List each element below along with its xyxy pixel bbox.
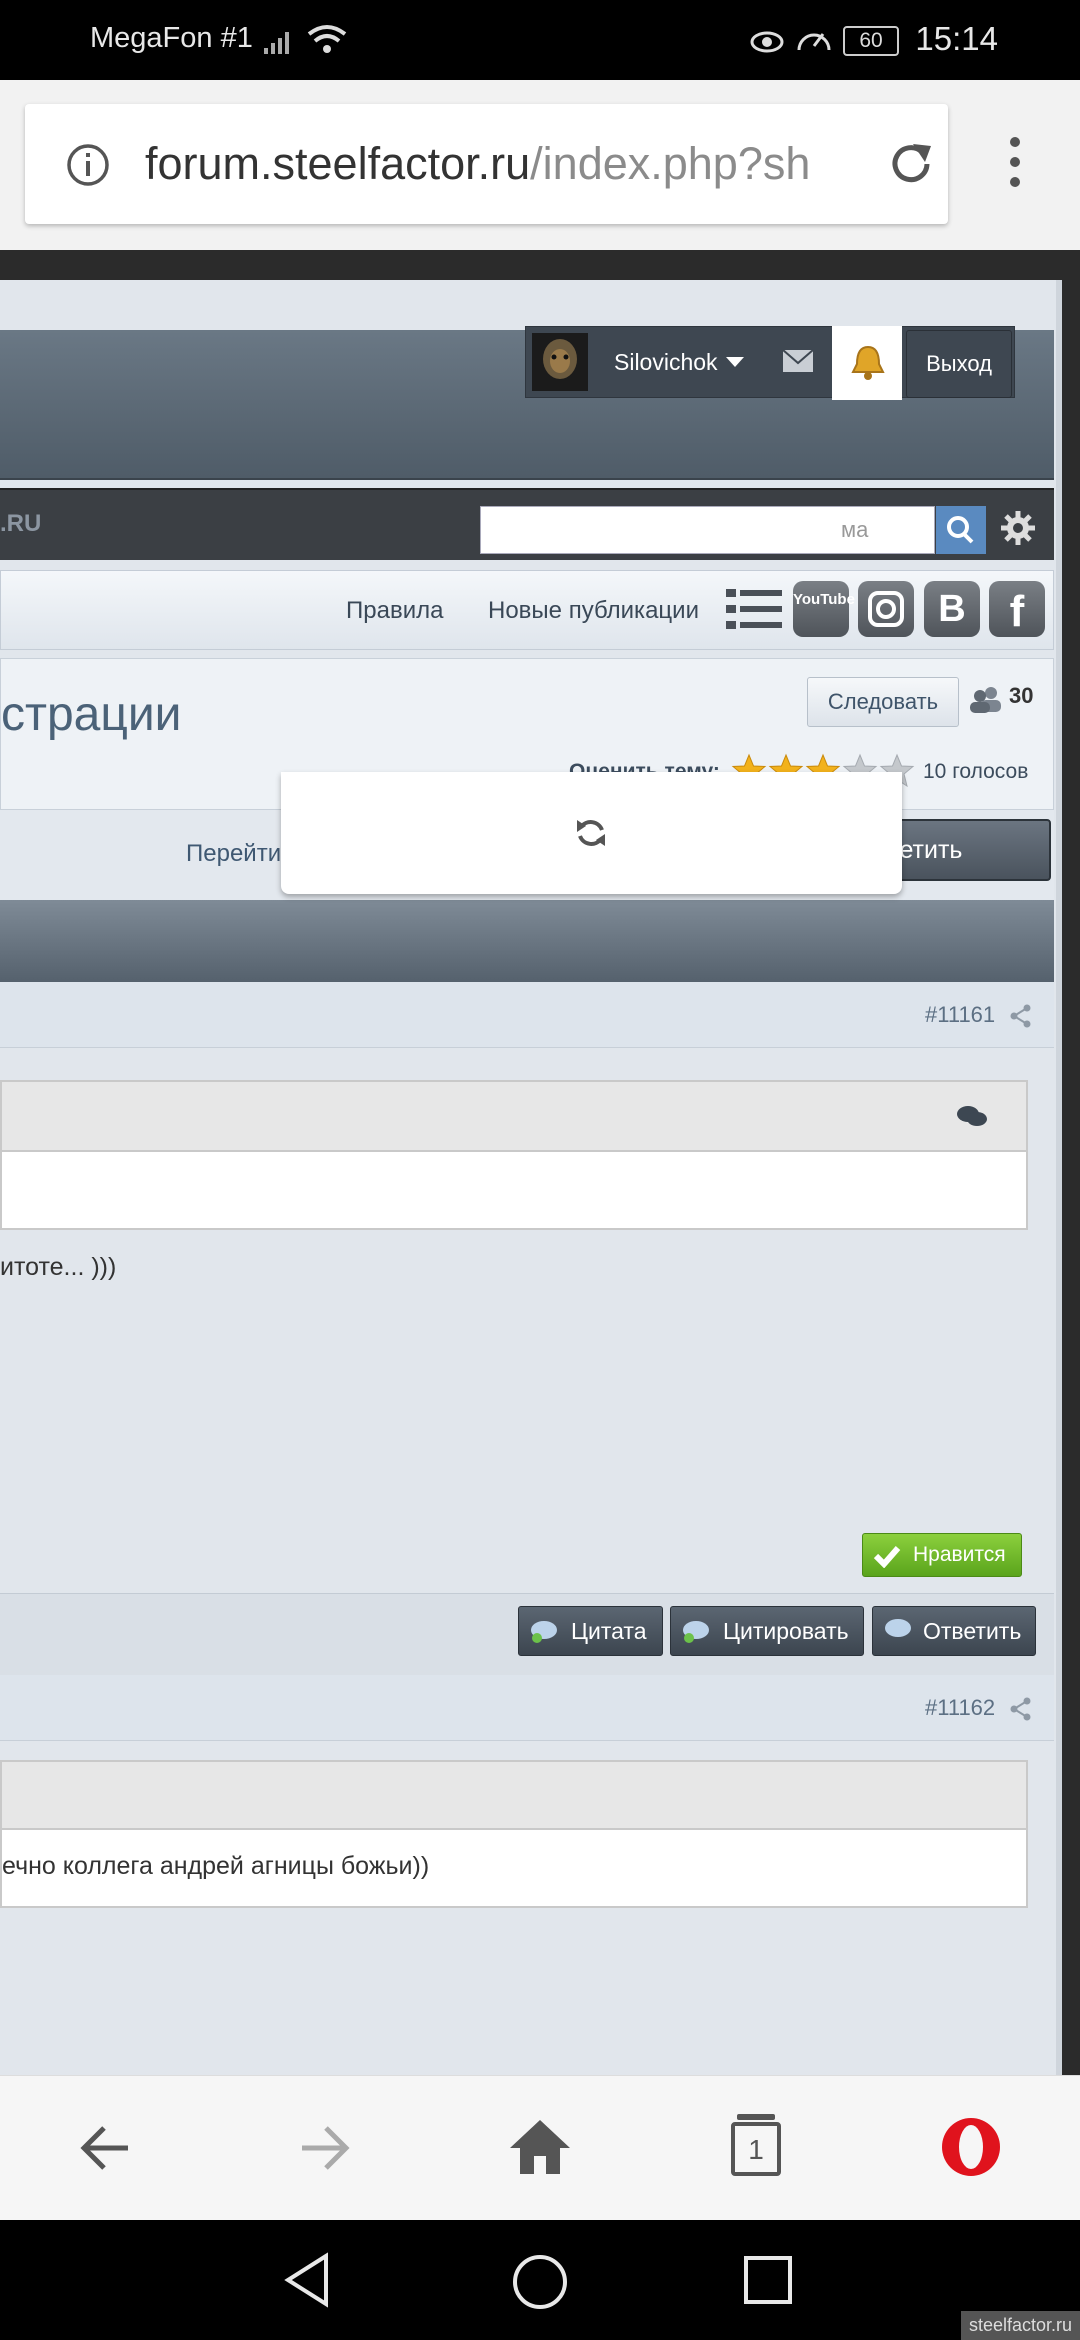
post-reply-button[interactable]: Ответить: [872, 1606, 1036, 1656]
url-domain: forum.steelfactor.ru: [145, 138, 531, 189]
back-icon[interactable]: [78, 2120, 134, 2176]
alerts-tab[interactable]: [832, 326, 902, 400]
loading-spinner-icon: [577, 820, 605, 846]
system-home-icon[interactable]: [510, 2252, 570, 2312]
mail-icon[interactable]: [781, 347, 815, 375]
quote-button[interactable]: Цитата: [518, 1606, 663, 1656]
vk-label: B: [938, 588, 966, 630]
cite-icon: [683, 1621, 709, 1643]
search-icon: [947, 516, 974, 544]
youtube-label: YouTube: [793, 591, 855, 608]
quote-icon: [531, 1621, 557, 1643]
home-icon[interactable]: [508, 2116, 572, 2176]
quote-body: [0, 1152, 1028, 1230]
post-text: итоте... ))): [0, 1253, 117, 1281]
post-number-2[interactable]: #11162: [925, 1695, 995, 1721]
share-icon[interactable]: [1010, 1697, 1032, 1721]
quote-header: [0, 1080, 1028, 1152]
post-actions: Цитата Цитировать Ответить: [0, 1593, 1054, 1675]
post-meta: #11161: [0, 982, 1054, 1048]
votes-count: 10 голосов: [923, 760, 1029, 783]
avatar-image: [532, 333, 588, 391]
alerts-dropdown: [281, 772, 902, 894]
wifi-icon: [307, 25, 347, 53]
quote-text-2: ечно коллега андрей агницы божьи)): [2, 1852, 430, 1880]
reload-icon[interactable]: [883, 136, 939, 192]
username-link[interactable]: Silovichok: [614, 349, 718, 376]
followers-icon: [970, 687, 1001, 713]
status-bar: MegaFon #1 60 15:14: [0, 0, 1080, 80]
speed-icon: [797, 33, 831, 51]
cite-label: Цитировать: [723, 1618, 849, 1644]
forward-icon[interactable]: [296, 2120, 352, 2176]
youtube-icon[interactable]: YouTube: [793, 581, 855, 637]
system-back-icon[interactable]: [282, 2252, 332, 2308]
url-text[interactable]: forum.steelfactor.ru/index.php?sh: [145, 138, 850, 190]
comments-icon: [957, 1106, 987, 1126]
tab-count: 1: [731, 2122, 781, 2176]
cite-button[interactable]: Цитировать: [670, 1606, 864, 1656]
followers-count: 30: [1009, 683, 1034, 708]
site-name: .RU: [0, 510, 42, 537]
system-nav-bar: steelfactor.ru: [0, 2220, 1080, 2340]
eye-icon: [750, 31, 784, 53]
nav-links-bar: Правила Новые публикации YouTube B f: [0, 570, 1054, 650]
info-icon[interactable]: [65, 142, 111, 188]
share-icon[interactable]: [1010, 1004, 1032, 1028]
battery-icon: 60: [843, 26, 899, 56]
forum-frame: .RU ма Silovichok Выход Правила Новые пу…: [0, 280, 1062, 2075]
new-posts-link[interactable]: Новые публикации: [488, 597, 699, 625]
like-button[interactable]: Нравится: [862, 1533, 1022, 1577]
gear-icon[interactable]: [998, 508, 1038, 548]
system-recents-icon[interactable]: [742, 2254, 794, 2306]
signal-icon: [264, 32, 289, 54]
search-input[interactable]: ма: [480, 506, 935, 554]
browser-toolbar: forum.steelfactor.ru/index.php?sh: [0, 80, 1080, 250]
list-icon[interactable]: [726, 587, 782, 631]
rules-link[interactable]: Правила: [346, 597, 443, 625]
bell-icon: [851, 345, 885, 380]
watermark: steelfactor.ru: [960, 2311, 1080, 2340]
url-path: /index.php?sh: [530, 138, 811, 189]
like-label: Нравится: [913, 1543, 1006, 1566]
avatar[interactable]: [532, 333, 588, 391]
logout-button[interactable]: Выход: [906, 330, 1012, 398]
search-bar: .RU ма: [0, 488, 1054, 560]
follow-button[interactable]: Следовать: [807, 677, 959, 727]
browser-bottom-nav: 1: [0, 2075, 1080, 2220]
clock: 15:14: [915, 20, 998, 57]
vk-icon[interactable]: B: [924, 581, 980, 637]
thread-title: страции: [1, 688, 182, 741]
post-reply-label: Ответить: [923, 1618, 1022, 1644]
carrier-name: MegaFon #1: [90, 22, 253, 54]
post-number[interactable]: #11161: [925, 1002, 995, 1028]
instagram-glyph: [868, 591, 904, 627]
search-button[interactable]: [936, 506, 986, 554]
thread-header-bar: [0, 900, 1054, 982]
web-page: .RU ма Silovichok Выход Правила Новые пу…: [0, 250, 1080, 2075]
post-meta-2: #11162: [0, 1675, 1054, 1741]
battery-level: 60: [859, 29, 883, 52]
instagram-icon[interactable]: [858, 581, 914, 637]
quote-label: Цитата: [571, 1618, 647, 1644]
quote-body-2: ечно коллега андрей агницы божьи)): [0, 1830, 1028, 1908]
address-bar[interactable]: forum.steelfactor.ru/index.php?sh: [25, 104, 948, 224]
opera-icon[interactable]: [940, 2116, 1002, 2178]
facebook-label: f: [1009, 587, 1025, 636]
reply-icon: [885, 1619, 911, 1637]
facebook-icon[interactable]: f: [989, 581, 1045, 637]
quote-header-2: [0, 1760, 1028, 1830]
check-icon: [873, 1546, 901, 1568]
tabs-button[interactable]: 1: [731, 2114, 781, 2176]
search-placeholder: ма: [841, 517, 869, 542]
chevron-down-icon[interactable]: [726, 357, 744, 369]
menu-dots-icon[interactable]: [1000, 132, 1030, 192]
